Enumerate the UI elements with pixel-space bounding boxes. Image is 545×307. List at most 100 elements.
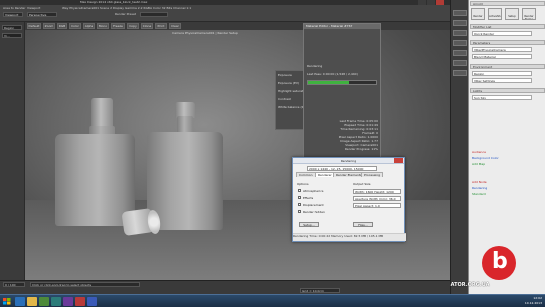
- checkbox-atmospherics-label: Atmospherics: [303, 189, 324, 193]
- app-icon[interactable]: [75, 297, 85, 306]
- render-frame-button[interactable]: Render Frame: [522, 8, 536, 20]
- area-to-render-label: Area to Render: [3, 6, 26, 10]
- pixel-aspect-field[interactable]: Pixel Aspect: 1.0: [353, 203, 401, 208]
- region-field[interactable]: Region: [472, 71, 532, 76]
- command-button[interactable]: [453, 20, 467, 26]
- command-button[interactable]: [453, 40, 467, 46]
- left-panel: Region Vi...: [0, 22, 25, 280]
- vray-settings-field[interactable]: VRay Settings: [472, 78, 532, 83]
- material-editor-window: Material Editor - Material #767 Renderin…: [303, 23, 381, 163]
- app-title: Max Design 2014 x64 glass_block_test2.ma…: [80, 0, 148, 4]
- panel-header[interactable]: Parameters: [470, 40, 545, 45]
- background-link[interactable]: Background Color: [472, 156, 499, 160]
- panel-header[interactable]: Arnold: [470, 1, 545, 6]
- last-pass-label: Last Pass: 0:00:00 (1,548 / 2,440): [307, 72, 358, 76]
- add-node-link[interactable]: Add Node: [472, 180, 487, 184]
- frame-counter[interactable]: 0 / 100: [3, 282, 25, 287]
- render-button[interactable]: Render: [471, 8, 485, 20]
- command-button[interactable]: [453, 30, 467, 36]
- area-to-render-field-2[interactable]: Vi...: [2, 33, 22, 38]
- rendering-dialog-footer: Rendering Time: 0:00:22 Memory Used: 82.…: [293, 233, 406, 241]
- app-icon[interactable]: [87, 297, 97, 306]
- close-icon[interactable]: [394, 158, 403, 163]
- checkbox-atmospherics[interactable]: [298, 189, 301, 192]
- sun-sky-field[interactable]: Sun Sky: [472, 95, 532, 100]
- grid-size: Grid = 10.0cm: [300, 288, 340, 293]
- toolbar-button-color[interactable]: Color: [69, 23, 81, 29]
- ie-icon[interactable]: [15, 297, 25, 306]
- add-map-link[interactable]: Add Map: [472, 162, 485, 166]
- toolbar-button-print[interactable]: Print: [155, 23, 167, 29]
- files-button[interactable]: Files...: [353, 222, 373, 227]
- viewport-label: Camera PhysicalCamera001 | Render Setup: [172, 31, 238, 35]
- app-icon[interactable]: [63, 297, 73, 306]
- toolbar-button-zoom[interactable]: Zoom: [43, 23, 55, 29]
- media-icon[interactable]: [39, 297, 49, 306]
- toolbar-button-clear[interactable]: Clear: [169, 23, 181, 29]
- render-stats: Last Frame Time: 0:05:00 Elapsed Time: 0…: [308, 119, 378, 151]
- panel-header[interactable]: Modifier List: [470, 24, 545, 29]
- render-size-field[interactable]: 2000 x 1440 - 12, 25, 15000, 15000: [307, 166, 377, 171]
- tab-render-elements[interactable]: Render Elements: [333, 172, 365, 177]
- toolbar-button-copy[interactable]: Copy: [127, 23, 139, 29]
- panel-header[interactable]: Environment: [470, 64, 545, 69]
- viewport-select[interactable]: Perspective: [27, 12, 57, 17]
- material-editor-title: Material Editor - Material #767: [304, 24, 380, 29]
- toolbar-button-alpha[interactable]: Alpha: [83, 23, 95, 29]
- activeshade-button[interactable]: ActiveShade: [488, 8, 502, 20]
- taskbar: 12:02 10.12.2013: [0, 294, 545, 307]
- area-to-render-select[interactable]: Viewport: [3, 12, 23, 17]
- checkbox-effects-label: Effects: [303, 196, 314, 200]
- audience-link[interactable]: Audience: [472, 150, 486, 154]
- material-field[interactable]: Blend Material: [472, 54, 532, 59]
- options-label: Options: [297, 182, 309, 186]
- stat-line: Render Progress: 11%: [344, 147, 378, 151]
- frame-buffer-toolbar: Default Zoom RGB Color Alpha Mono Freeze…: [25, 22, 450, 30]
- preset-label: Render Preset: [115, 12, 136, 16]
- clock[interactable]: 12:02 10.12.2013: [525, 296, 542, 306]
- status-text: Click or click-and-drag to select object…: [30, 282, 140, 287]
- clock-date: 10.12.2013: [524, 301, 542, 305]
- command-button[interactable]: [453, 50, 467, 56]
- windows-start-icon[interactable]: [2, 297, 12, 306]
- tab-processing[interactable]: Processing: [361, 172, 384, 177]
- toolbar-button-mono[interactable]: Mono: [97, 23, 109, 29]
- contrast-label: Contrast: [278, 97, 291, 101]
- setup-panel-button[interactable]: Setup: [505, 8, 519, 20]
- rendering-link[interactable]: Rendering: [472, 186, 487, 190]
- checkbox-effects[interactable]: [298, 196, 301, 199]
- quick-render-field[interactable]: Quick Render: [472, 31, 532, 36]
- output-size-label: Output Size: [353, 182, 371, 186]
- setup-button[interactable]: Setup...: [299, 222, 319, 227]
- explorer-icon[interactable]: [27, 297, 37, 306]
- command-panel: [450, 0, 468, 307]
- rendering-dialog-title: Rendering: [293, 158, 404, 164]
- bottle-cap-left: [91, 98, 113, 128]
- checkbox-render-hidden[interactable]: [298, 210, 301, 213]
- panel-header[interactable]: Lights: [470, 88, 545, 93]
- rendering-dialog: Rendering 2000 x 1440 - 12, 25, 15000, 1…: [292, 157, 406, 242]
- toolbar-button-freeze[interactable]: Freeze: [111, 23, 125, 29]
- tab-common[interactable]: Common: [296, 172, 316, 177]
- toolbar-button-clone[interactable]: Clone: [141, 23, 153, 29]
- checkbox-displacement[interactable]: [298, 203, 301, 206]
- command-button[interactable]: [453, 70, 467, 76]
- render-viewport[interactable]: Camera PhysicalCamera001 | Render Setup …: [25, 30, 450, 280]
- preset-select[interactable]: [140, 12, 168, 17]
- toolbar-button-rgb[interactable]: RGB: [57, 23, 67, 29]
- toolbar-button-default[interactable]: Default: [27, 23, 41, 29]
- max-icon[interactable]: [51, 297, 61, 306]
- command-button[interactable]: [453, 10, 467, 16]
- command-button[interactable]: [453, 60, 467, 66]
- aperture-field[interactable]: Aperture Width (mm): 36.0: [353, 196, 401, 201]
- logo-letter: b: [492, 249, 508, 274]
- physical-camera-info: Way PhysicalCamera001 Scene 2 Display Ga…: [62, 6, 192, 10]
- standard-link[interactable]: Standard: [472, 192, 486, 196]
- checkbox-render-hidden-label: Render hidden: [303, 210, 325, 214]
- viewport-label: Viewport: [27, 6, 41, 10]
- area-to-render-field[interactable]: Region: [2, 25, 22, 30]
- brand-logo: b: [482, 246, 516, 280]
- tab-renderer[interactable]: Renderer: [315, 172, 335, 177]
- camera-field[interactable]: VRayPhysicalCamera: [472, 47, 532, 52]
- output-size-field[interactable]: Width: 1600 Height: 1200: [353, 189, 401, 194]
